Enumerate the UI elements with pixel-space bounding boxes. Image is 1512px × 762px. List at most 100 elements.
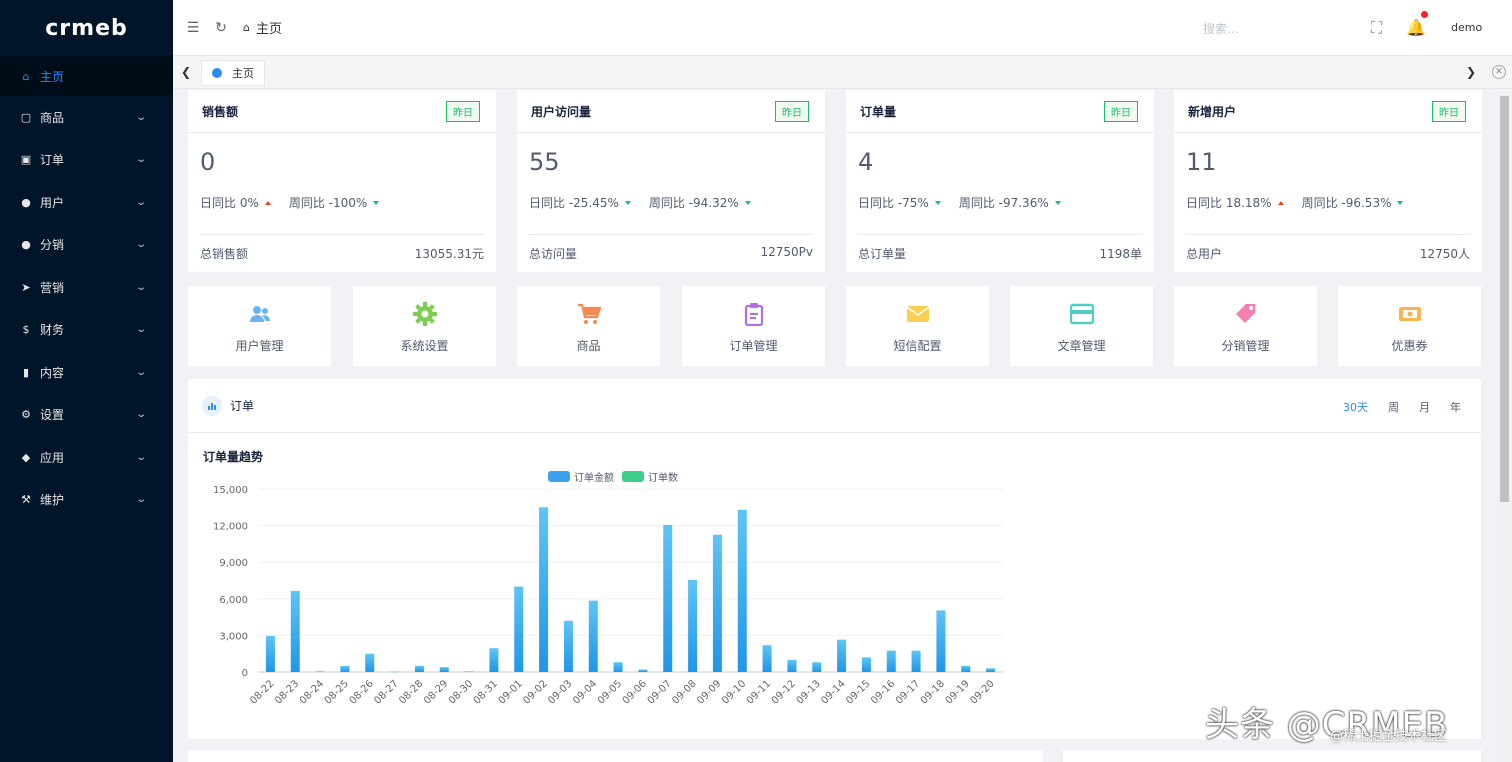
sidebar-item-label: 内容 <box>40 365 65 380</box>
sidebar-item-10[interactable]: ⚒ 维护 ⌄ <box>0 479 173 522</box>
bar-08-30[interactable] <box>464 671 474 672</box>
brand-logo[interactable]: crmeb <box>0 0 173 56</box>
sidebar-item-label: 分销 <box>40 238 65 253</box>
refresh-icon[interactable]: ↻ <box>213 20 229 36</box>
stat-card-header: 订单量 昨日 <box>846 90 1154 133</box>
bar-09-06[interactable] <box>638 669 648 672</box>
fullscreen-icon[interactable]: ⛶ <box>1371 18 1382 38</box>
order-chart: 03,0006,0009,00012,00015,00008-2208-2308… <box>213 485 1003 707</box>
bar-09-20[interactable] <box>986 668 996 672</box>
menu-toggle-icon[interactable]: ☰ <box>185 20 201 36</box>
notification-dot <box>1421 11 1428 18</box>
bar-09-15[interactable] <box>861 657 871 672</box>
quick-link[interactable]: 优惠券 <box>1338 286 1481 366</box>
stat-title: 用户访问量 <box>531 104 592 119</box>
scrollbar-thumb[interactable] <box>1500 96 1509 502</box>
sidebar-item-0[interactable]: ⌂ 主页 <box>0 56 173 96</box>
trend-down-icon <box>373 200 380 205</box>
bar-09-02[interactable] <box>539 507 549 672</box>
sidebar-item-6[interactable]: $ 财务 ⌄ <box>0 309 173 352</box>
stat-title: 订单量 <box>860 104 897 119</box>
bar-09-08[interactable] <box>688 579 698 672</box>
chart-title: 订单量趋势 <box>203 450 264 464</box>
range-option[interactable]: 周 <box>1388 399 1399 415</box>
range-selector: 30天 周 月 年 <box>1323 399 1461 415</box>
quick-link[interactable]: 文章管理 <box>1010 286 1153 366</box>
x-tick-label: 08-31 <box>472 678 500 706</box>
week-compare: 周同比 -94.32% <box>648 196 739 210</box>
bar-09-17[interactable] <box>911 650 921 672</box>
quick-link[interactable]: 短信配置 <box>846 286 989 366</box>
range-option[interactable]: 30天 <box>1343 399 1368 415</box>
bar-08-23[interactable] <box>290 590 300 672</box>
stat-total: 总订单量 1198单 <box>858 245 1142 262</box>
bar-09-01[interactable] <box>514 586 524 672</box>
bottom-card-left <box>188 750 1043 762</box>
bar-09-13[interactable] <box>812 662 822 672</box>
bell-icon[interactable]: 🔔 <box>1406 18 1426 37</box>
sidebar-item-7[interactable]: ▮ 内容 ⌄ <box>0 351 173 394</box>
sidebar-item-2[interactable]: ▣ 订单 ⌄ <box>0 139 173 182</box>
bar-08-29[interactable] <box>439 667 449 672</box>
search-input[interactable]: 搜索... <box>1203 20 1323 37</box>
bar-09-10[interactable] <box>737 509 747 672</box>
bar-09-14[interactable] <box>837 639 847 672</box>
bar-08-24[interactable] <box>315 671 325 672</box>
watermark-sub: @稀土掘金技术社区 <box>1330 729 1448 744</box>
stat-title: 新增用户 <box>1188 104 1237 119</box>
bar-09-07[interactable] <box>663 524 673 672</box>
bar-09-19[interactable] <box>961 665 971 672</box>
bar-08-22[interactable] <box>265 636 275 672</box>
bar-09-12[interactable] <box>787 659 797 672</box>
sidebar-item-1[interactable]: ▢ 商品 ⌄ <box>0 96 173 139</box>
divider <box>858 234 1142 235</box>
bar-08-25[interactable] <box>340 665 350 672</box>
x-tick-label: 09-10 <box>720 678 748 706</box>
stat-compare: 日同比 -25.45% 周同比 -94.32% <box>529 194 769 211</box>
quick-link[interactable]: 用户管理 <box>188 286 331 366</box>
user-menu[interactable]: demo <box>1451 21 1482 34</box>
bar-09-04[interactable] <box>588 600 598 672</box>
range-option[interactable]: 年 <box>1450 399 1461 415</box>
x-tick-label: 08-25 <box>323 678 351 706</box>
bar-08-31[interactable] <box>489 648 499 672</box>
y-tick-label: 9,000 <box>219 558 248 569</box>
total-value: 12750人 <box>1419 247 1470 261</box>
chevron-down-icon: ⌄ <box>134 281 147 293</box>
bar-09-05[interactable] <box>613 662 623 672</box>
quick-link[interactable]: 系统设置 <box>353 286 496 366</box>
sidebar-item-label: 营销 <box>40 280 65 295</box>
bar-09-11[interactable] <box>762 645 772 672</box>
bar-08-26[interactable] <box>365 653 375 672</box>
close-all-tabs-icon[interactable]: ✕ <box>1492 65 1506 79</box>
cart-icon: ▣ <box>20 153 32 167</box>
bar-09-18[interactable] <box>936 610 946 672</box>
sidebar-item-3[interactable]: ● 用户 ⌄ <box>0 181 173 224</box>
home-icon: ⌂ <box>22 69 30 83</box>
period-badge: 昨日 <box>446 100 480 122</box>
sidebar-item-4[interactable]: ● 分销 ⌄ <box>0 224 173 267</box>
tab-next-icon[interactable]: ❯ <box>1466 65 1476 79</box>
bar-09-16[interactable] <box>886 650 896 672</box>
stat-card-header: 用户访问量 昨日 <box>517 90 825 133</box>
bar-08-27[interactable] <box>390 671 400 673</box>
divider <box>1186 234 1470 235</box>
quick-link[interactable]: 分销管理 <box>1174 286 1317 366</box>
bar-09-09[interactable] <box>712 534 722 672</box>
quick-link[interactable]: 订单管理 <box>682 286 825 366</box>
sidebar-item-8[interactable]: ⚙ 设置 ⌄ <box>0 394 173 437</box>
quick-link[interactable]: 商品 <box>517 286 660 366</box>
tab-prev-icon[interactable]: ❮ <box>181 65 191 79</box>
range-option[interactable]: 月 <box>1419 399 1430 415</box>
stat-value: 55 <box>529 148 560 176</box>
quick-link-label: 短信配置 <box>893 339 942 353</box>
chevron-down-icon: ⌄ <box>134 451 147 463</box>
page-scrollbar[interactable] <box>1497 90 1512 762</box>
sidebar-item-9[interactable]: ◆ 应用 ⌄ <box>0 436 173 479</box>
sidebar-item-5[interactable]: ➤ 营销 ⌄ <box>0 266 173 309</box>
bar-08-28[interactable] <box>414 665 424 672</box>
tab-home[interactable]: 主页 <box>201 60 265 86</box>
hammer-icon: ⚒ <box>21 493 31 507</box>
y-tick-label: 12,000 <box>213 522 248 533</box>
bar-09-03[interactable] <box>563 620 573 672</box>
